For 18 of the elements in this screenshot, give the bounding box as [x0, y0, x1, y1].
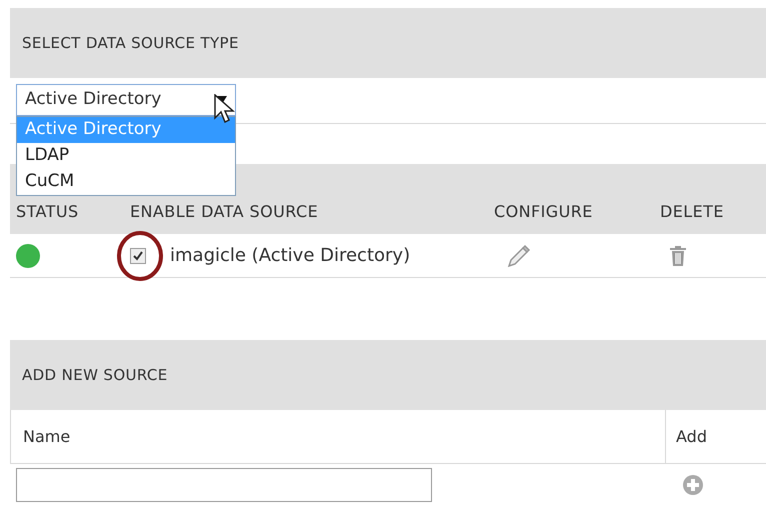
column-header: ENABLE DATA SOURCE: [130, 201, 320, 223]
enable-checkbox[interactable]: [130, 248, 146, 264]
column-header: Add: [676, 426, 707, 448]
column-header: Name: [23, 426, 70, 448]
highlight-circle: [116, 230, 164, 282]
source-name: imagicle (Active Directory): [170, 244, 410, 268]
section-title: ADD NEW SOURCE: [22, 364, 168, 386]
trash-icon[interactable]: [668, 244, 688, 266]
column-header: DELETE: [660, 201, 724, 223]
column-header: STATUS: [15, 201, 80, 223]
name-input-field[interactable]: [16, 468, 432, 502]
pencil-icon[interactable]: [506, 242, 532, 268]
column-header: CONFIGURE: [494, 201, 594, 223]
dropdown-option[interactable]: CuCM: [17, 169, 235, 195]
add-icon[interactable]: [682, 474, 704, 496]
dropdown-option[interactable]: LDAP: [17, 143, 235, 169]
data-source-select[interactable]: Active Directory: [16, 84, 236, 116]
section-title: SELECT DATA SOURCE TYPE: [22, 32, 239, 54]
